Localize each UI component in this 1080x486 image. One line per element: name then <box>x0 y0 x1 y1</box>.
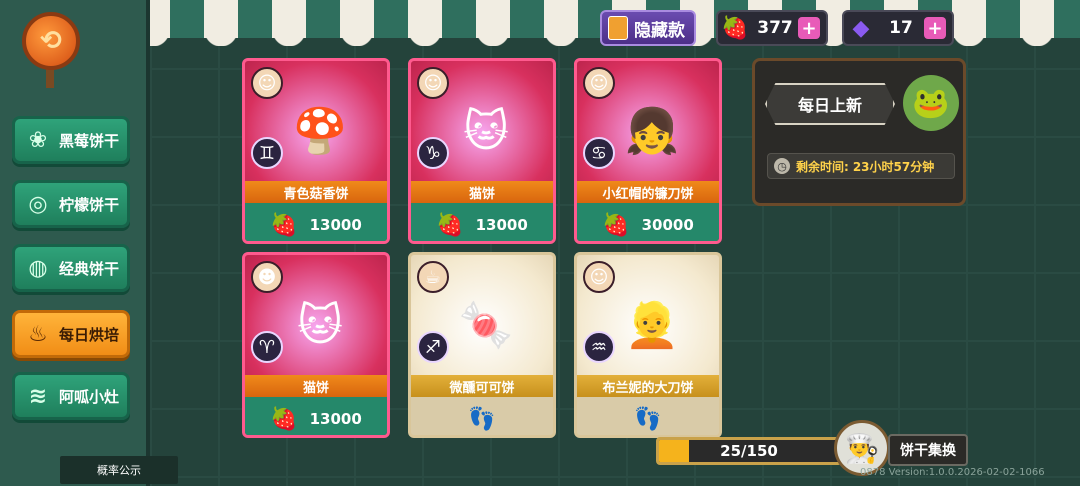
sidebar-item-label: 阿呱小灶 <box>59 387 120 406</box>
sidebar-item-label: 黑莓饼干 <box>59 131 120 150</box>
add-gem-button[interactable]: + <box>924 17 946 39</box>
cookie-card[interactable]: 👱 ☺ ♒ 布兰妮的大刀饼 👣 <box>574 252 722 438</box>
cookie-card[interactable]: 🐱 ☻ ♈ 猫饼 🍓 13000 <box>242 252 390 438</box>
cookie-name: 猫饼 <box>411 181 553 203</box>
sidebar: ⟲ ❀ 黑莓饼干 ◎ 柠檬饼干 ◍ 经典饼干 ♨ 每日烘培 ≋ 阿呱小灶 <box>0 0 150 486</box>
card-price-bar: 🍓 30000 <box>577 203 719 241</box>
cookie-card[interactable]: 🍄 ☺ ♊ 青色菇香饼 🍓 13000 <box>242 58 390 244</box>
cookie-icon: ◍ <box>28 255 48 281</box>
strawberry-count: 377 <box>757 18 793 38</box>
cookie-name: 微醺可可饼 <box>411 375 553 397</box>
character-avatar: ☺ <box>251 67 283 99</box>
cookie-art: 🍄 <box>292 106 348 157</box>
character-avatar: ☺ <box>583 67 615 99</box>
card-price-bar: 👣 <box>411 397 553 435</box>
lemon-icon: ◎ <box>28 191 48 217</box>
cookie-card[interactable]: 🍬 ☕ ♐ 微醺可可饼 👣 <box>408 252 556 438</box>
hidden-variant-button[interactable]: 隐藏款 <box>600 10 696 46</box>
strawberry-icon: 🍓 <box>270 406 298 432</box>
daily-new-panel: 每日上新 🐸 ◷ 剩余时间: 23小时57分钟 <box>752 58 966 206</box>
clock-icon: ◷ <box>774 158 790 174</box>
strawberry-currency: 🍓 377 + <box>716 10 828 46</box>
back-logo-icon[interactable]: ⟲ <box>22 12 80 70</box>
cookie-name: 小红帽的镰刀饼 <box>577 181 719 203</box>
cookie-card[interactable]: 👧 ☺ ♋ 小红帽的镰刀饼 🍓 30000 <box>574 58 722 244</box>
cookie-art: 🍬 <box>458 300 514 351</box>
cookie-name: 猫饼 <box>245 375 387 397</box>
progress-text: 25/150 <box>720 442 778 460</box>
gem-count: 17 <box>889 18 913 38</box>
card-price-bar: 🍓 13000 <box>245 397 387 435</box>
sidebar-item-label: 柠檬饼干 <box>59 195 120 214</box>
zodiac-icon: ♐ <box>417 331 449 363</box>
sidebar-item-4[interactable]: ≋ 阿呱小灶 <box>12 372 130 420</box>
sidebar-item-2[interactable]: ◍ 经典饼干 <box>12 244 130 292</box>
remaining-value: 23小时57分钟 <box>852 159 935 174</box>
probability-button[interactable]: 概率公示 <box>60 456 178 484</box>
gem-currency: ◆ 17 + <box>842 10 954 46</box>
zodiac-icon: ♈ <box>251 331 283 363</box>
zodiac-icon: ♊ <box>251 137 283 169</box>
cookie-exchange-button[interactable]: 饼干集换 <box>888 434 968 466</box>
strawberry-icon: 🍓 <box>436 212 464 238</box>
card-price-bar: 👣 <box>577 397 719 435</box>
sidebar-item-0[interactable]: ❀ 黑莓饼干 <box>12 116 130 164</box>
card-price: 13000 <box>309 216 362 234</box>
card-price: 13000 <box>475 216 528 234</box>
daily-new-title: 每日上新 <box>765 83 895 125</box>
character-avatar: ☺ <box>417 67 449 99</box>
card-icon <box>608 16 628 40</box>
collection-progress: 25/150 <box>656 437 842 465</box>
add-strawberry-button[interactable]: + <box>798 17 820 39</box>
card-price-bar: 🍓 13000 <box>411 203 553 241</box>
cookie-card[interactable]: 🐱 ☺ ♑ 猫饼 🍓 13000 <box>408 58 556 244</box>
bread-icon: ♨ <box>28 321 48 347</box>
strawberry-icon: 🍓 <box>602 212 630 238</box>
chef-frog-icon: 🐸 <box>903 75 959 131</box>
remaining-time: ◷ 剩余时间: 23小时57分钟 <box>767 153 955 179</box>
blackberry-icon: ❀ <box>28 127 48 153</box>
cookie-art: 🐱 <box>297 299 343 351</box>
sidebar-item-1[interactable]: ◎ 柠檬饼干 <box>12 180 130 228</box>
footprint-icon: 👣 <box>634 406 662 432</box>
card-price: 13000 <box>309 410 362 428</box>
cookie-name: 青色菇香饼 <box>245 181 387 203</box>
card-price-bar: 🍓 13000 <box>245 203 387 241</box>
card-price: 30000 <box>641 216 694 234</box>
stove-icon: ≋ <box>28 383 48 409</box>
zodiac-icon: ♋ <box>583 137 615 169</box>
sidebar-item-label: 每日烘培 <box>59 325 120 344</box>
cookie-name: 布兰妮的大刀饼 <box>577 375 719 397</box>
strawberry-icon: 🍓 <box>721 15 749 41</box>
gem-icon: ◆ <box>852 15 870 41</box>
character-avatar: ☻ <box>251 261 283 293</box>
sidebar-item-3[interactable]: ♨ 每日烘培 <box>12 310 130 358</box>
sidebar-item-label: 经典饼干 <box>59 259 120 278</box>
zodiac-icon: ♒ <box>583 331 615 363</box>
version-text: 0878 Version:1.0.0.2026-02-02-1066 <box>860 467 1045 478</box>
zodiac-icon: ♑ <box>417 137 449 169</box>
footprint-icon: 👣 <box>468 406 496 432</box>
cookie-art: 🐱 <box>463 105 509 157</box>
character-avatar: ☕ <box>417 261 449 293</box>
cookie-art: 👱 <box>624 300 680 351</box>
remaining-label: 剩余时间: <box>796 159 849 174</box>
strawberry-icon: 🍓 <box>270 212 298 238</box>
hidden-variant-label: 隐藏款 <box>634 20 685 41</box>
cookie-art: 👧 <box>624 106 680 157</box>
character-avatar: ☺ <box>583 261 615 293</box>
